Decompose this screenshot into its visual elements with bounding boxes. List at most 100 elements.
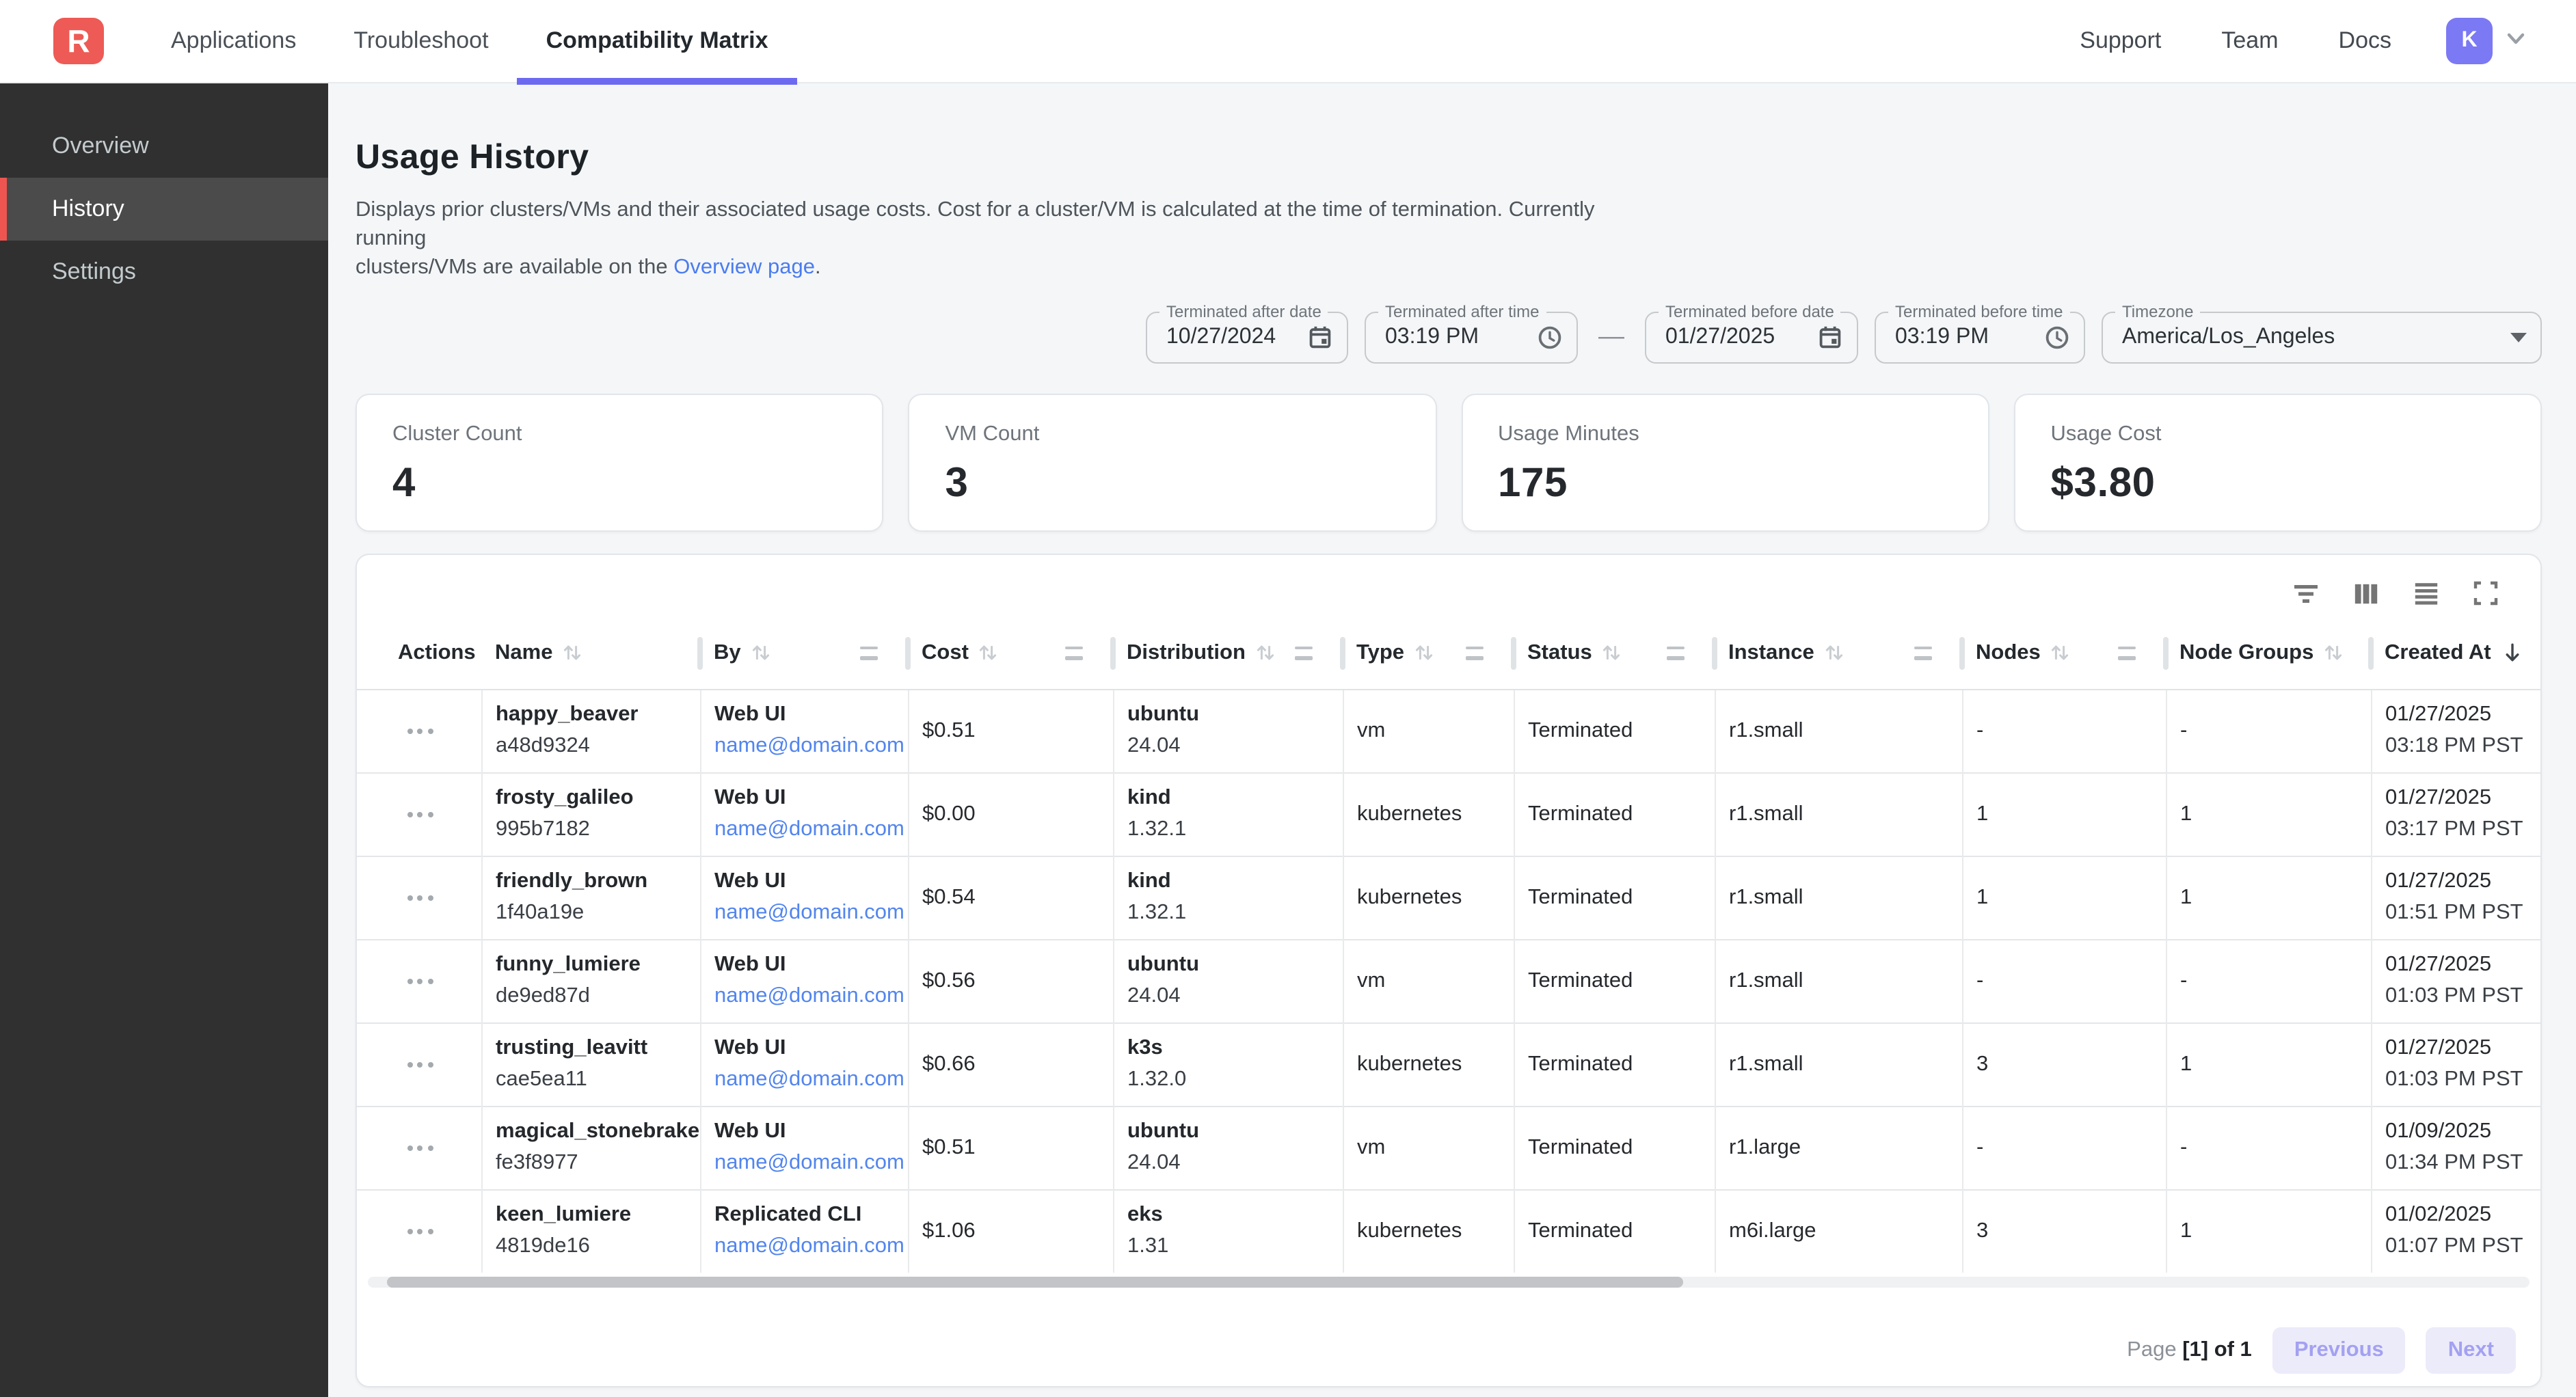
sort-icon[interactable]	[1255, 643, 1276, 664]
fullscreen-icon[interactable]	[2472, 580, 2499, 607]
column-menu-icon[interactable]	[1914, 647, 1932, 660]
column-header-status[interactable]: Status	[1514, 618, 1715, 689]
node-groups-cell: -	[2166, 939, 2371, 1022]
timezone-select-value: America/Los_Angeles	[2122, 325, 2335, 350]
node-groups-cell: 1	[2166, 856, 2371, 939]
type-cell: kubernetes	[1343, 1189, 1514, 1273]
timezone-select[interactable]: TimezoneAmerica/Los_Angeles	[2102, 312, 2542, 364]
distribution-version: 24.04	[1127, 734, 1331, 759]
instance-cell: r1.large	[1715, 1106, 1962, 1189]
column-menu-icon[interactable]	[1667, 647, 1685, 660]
page-description: Displays prior clusters/VMs and their as…	[355, 195, 1641, 282]
horizontal-scrollbar-thumb[interactable]	[387, 1277, 1683, 1288]
sort-icon[interactable]	[562, 643, 582, 664]
row-actions-button[interactable]	[371, 1145, 470, 1150]
status-cell: Terminated	[1514, 856, 1715, 939]
created-by-email-link[interactable]: name@domain.com	[714, 1235, 904, 1258]
chevron-down-icon[interactable]	[2505, 27, 2527, 55]
created-by-email-link[interactable]: name@domain.com	[714, 1151, 904, 1174]
created-at-cell: 01/27/202501:03 PM PST	[2371, 1022, 2540, 1106]
overview-page-link[interactable]: Overview page	[673, 256, 815, 279]
sidebar-item-overview[interactable]: Overview	[0, 115, 328, 178]
nav-link-team[interactable]: Team	[2221, 27, 2278, 55]
account-menu[interactable]: K	[2446, 18, 2527, 64]
row-actions-button[interactable]	[371, 978, 470, 984]
dropdown-arrow-icon[interactable]	[2510, 333, 2527, 342]
previous-page-button[interactable]: Previous	[2272, 1327, 2406, 1374]
stat-value: 175	[1498, 461, 1953, 507]
sorted-desc-icon[interactable]	[2501, 642, 2524, 665]
created-date: 01/27/2025	[2385, 869, 2540, 894]
created-by-email-link[interactable]: name@domain.com	[714, 1068, 904, 1091]
column-menu-icon[interactable]	[1295, 647, 1313, 660]
clock-icon[interactable]	[1537, 325, 1563, 351]
column-menu-icon[interactable]	[1065, 647, 1083, 660]
page-info: Page [1] of 1	[2127, 1338, 2252, 1363]
stat-label: VM Count	[945, 422, 1400, 447]
nav-link-support[interactable]: Support	[2080, 27, 2161, 55]
sidebar: OverviewHistorySettings	[0, 83, 328, 1397]
clock-icon[interactable]	[2044, 325, 2070, 351]
nav-tab-compatibility-matrix[interactable]: Compatibility Matrix	[518, 0, 797, 83]
column-menu-icon[interactable]	[2118, 647, 2136, 660]
column-header-created-at[interactable]: Created At	[2371, 618, 2540, 689]
column-header-type[interactable]: Type	[1343, 618, 1514, 689]
table-row: frosty_galileo995b7182Web UIname@domain.…	[357, 772, 2540, 856]
created-by-email-link[interactable]: name@domain.com	[714, 901, 904, 924]
distribution-version: 24.04	[1127, 984, 1331, 1009]
created-by-email-link[interactable]: name@domain.com	[714, 817, 904, 841]
column-header-cost[interactable]: Cost	[908, 618, 1113, 689]
row-actions-button[interactable]	[371, 728, 470, 733]
sort-icon[interactable]	[2323, 643, 2344, 664]
sort-icon[interactable]	[1414, 643, 1434, 664]
column-header-by[interactable]: By	[700, 618, 908, 689]
type-cell: vm	[1343, 939, 1514, 1022]
nav-tab-applications[interactable]: Applications	[142, 0, 325, 83]
terminated-before-date-field-value: 01/27/2025	[1665, 325, 1775, 350]
column-header-distribution[interactable]: Distribution	[1113, 618, 1343, 689]
terminated-before-date-field[interactable]: Terminated before date01/27/2025	[1645, 312, 1858, 364]
columns-icon[interactable]	[2352, 579, 2380, 608]
filters-row: Terminated after date10/27/2024 Terminate…	[355, 312, 2542, 364]
created-by-email-link[interactable]: name@domain.com	[714, 734, 904, 757]
terminated-after-date-field[interactable]: Terminated after date10/27/2024	[1146, 312, 1348, 364]
column-menu-icon[interactable]	[1466, 647, 1484, 660]
created-by-email-link[interactable]: name@domain.com	[714, 984, 904, 1007]
terminated-after-time-field[interactable]: Terminated after time03:19 PM	[1365, 312, 1578, 364]
row-actions-button[interactable]	[371, 1061, 470, 1067]
row-actions-button[interactable]	[371, 811, 470, 817]
nav-tab-troubleshoot[interactable]: Troubleshoot	[325, 0, 517, 83]
actions-cell	[357, 1189, 481, 1273]
instance-cell: r1.small	[1715, 939, 1962, 1022]
calendar-icon[interactable]	[1307, 325, 1333, 351]
replicated-logo[interactable]: R	[53, 18, 104, 64]
instance-cell: m6i.large	[1715, 1189, 1962, 1273]
by-cell: Web UIname@domain.com	[700, 939, 908, 1022]
sort-icon[interactable]	[2050, 643, 2071, 664]
filter-icon[interactable]	[2292, 579, 2320, 608]
horizontal-scrollbar-track[interactable]	[368, 1277, 2530, 1288]
created-date: 01/02/2025	[2385, 1204, 2540, 1228]
column-header-nodes[interactable]: Nodes	[1962, 618, 2166, 689]
terminated-before-time-field[interactable]: Terminated before time03:19 PM	[1875, 312, 2085, 364]
avatar[interactable]: K	[2446, 18, 2493, 64]
row-actions-button[interactable]	[371, 895, 470, 900]
column-header-name[interactable]: Name	[481, 618, 700, 689]
next-page-button[interactable]: Next	[2426, 1327, 2516, 1374]
sidebar-item-settings[interactable]: Settings	[0, 241, 328, 303]
row-actions-button[interactable]	[371, 1229, 470, 1234]
column-label: Cost	[922, 641, 969, 666]
calendar-icon[interactable]	[1817, 325, 1843, 351]
sort-icon[interactable]	[751, 643, 771, 664]
sort-icon[interactable]	[978, 643, 999, 664]
sort-icon[interactable]	[1602, 643, 1622, 664]
sidebar-item-history[interactable]: History	[0, 178, 328, 241]
name-cell: magical_stonebrakerfe3f8977	[481, 1106, 700, 1189]
sort-icon[interactable]	[1824, 643, 1844, 664]
actions-cell	[357, 689, 481, 772]
density-icon[interactable]	[2412, 579, 2441, 608]
column-menu-icon[interactable]	[860, 647, 878, 660]
nav-link-docs[interactable]: Docs	[2339, 27, 2391, 55]
column-header-instance[interactable]: Instance	[1715, 618, 1962, 689]
column-header-node-groups[interactable]: Node Groups	[2166, 618, 2371, 689]
